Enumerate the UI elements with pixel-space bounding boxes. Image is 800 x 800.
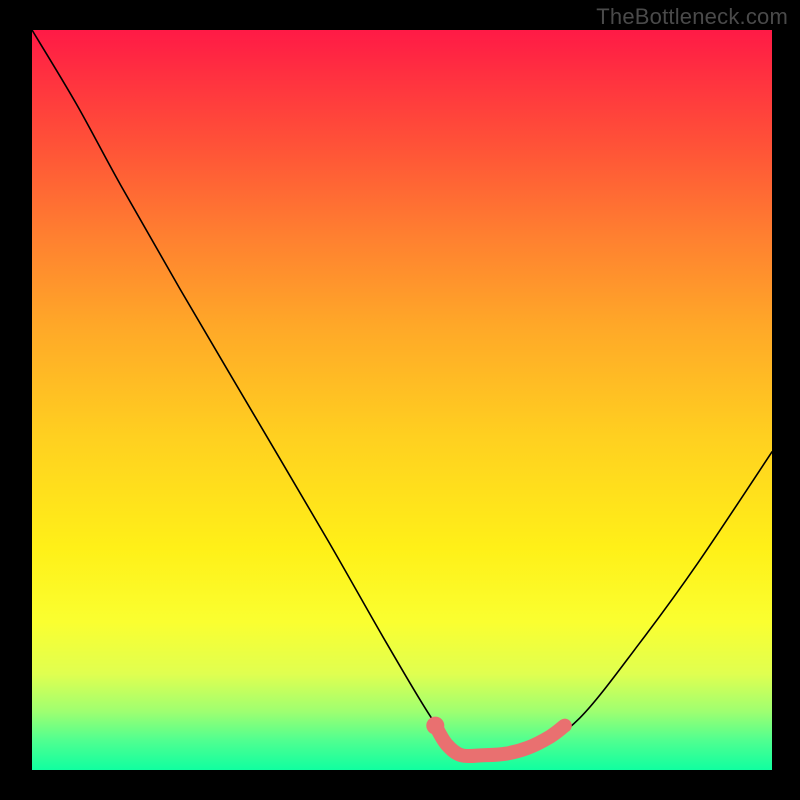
- chart-plot-area: [32, 30, 772, 770]
- chart-svg: [32, 30, 772, 770]
- curve-path: [32, 30, 772, 758]
- highlight-start-dot: [426, 717, 444, 735]
- highlight-path: [435, 726, 565, 756]
- watermark-text: TheBottleneck.com: [596, 4, 788, 30]
